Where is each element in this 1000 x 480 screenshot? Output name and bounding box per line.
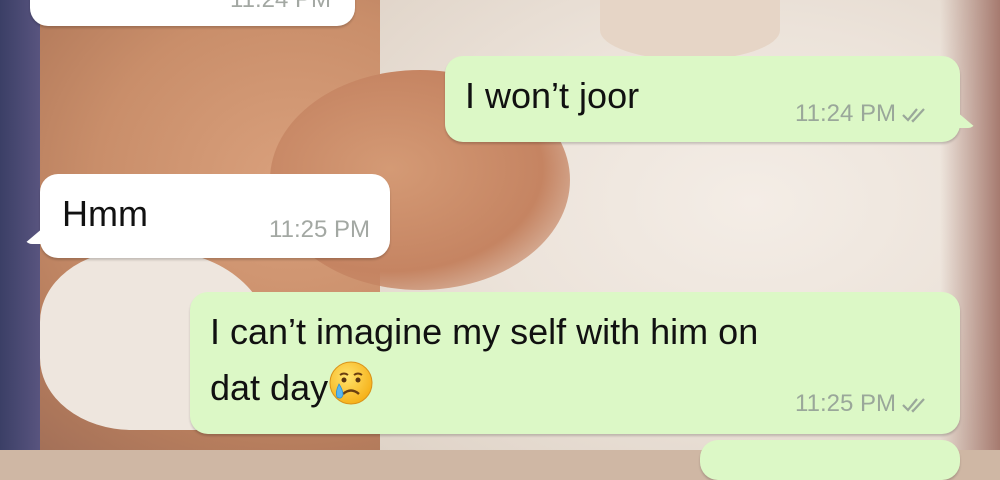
wallpaper-photo-chin (600, 0, 780, 60)
message-time: 11:25 PM (795, 390, 896, 417)
message-bubble-incoming[interactable]: Hmm 11:25 PM (24, 174, 390, 258)
message-meta: 11:25 PM (269, 216, 370, 244)
message-text: I won’t joor (465, 75, 640, 116)
message-bubble-outgoing[interactable]: I can’t imagine my self with him on dat … (190, 292, 960, 434)
message-time: 11:24 PM (230, 0, 331, 14)
read-double-check-icon (902, 398, 925, 413)
message-bubble-outgoing[interactable]: I won’t joor 11:24 PM (445, 56, 976, 142)
message-meta: 11:24 PM (795, 100, 932, 128)
message-time: 11:25 PM (269, 216, 370, 243)
message-meta: 11:25 PM (795, 390, 932, 418)
message-text: Hmm (62, 193, 148, 234)
read-double-check-icon (902, 108, 925, 123)
message-time: 11:24 PM (795, 100, 896, 127)
message-bubble-incoming[interactable]: 11:24 PM (30, 0, 355, 26)
message-text-line-2-text: dat day (210, 367, 329, 408)
message-bubble-outgoing[interactable] (700, 440, 960, 480)
message-text-line-1: I can’t imagine my self with him on (210, 311, 759, 352)
crying-face-icon (329, 361, 373, 405)
message-text-line-2: dat day (210, 360, 374, 412)
message-meta: 11:24 PM (230, 0, 331, 14)
